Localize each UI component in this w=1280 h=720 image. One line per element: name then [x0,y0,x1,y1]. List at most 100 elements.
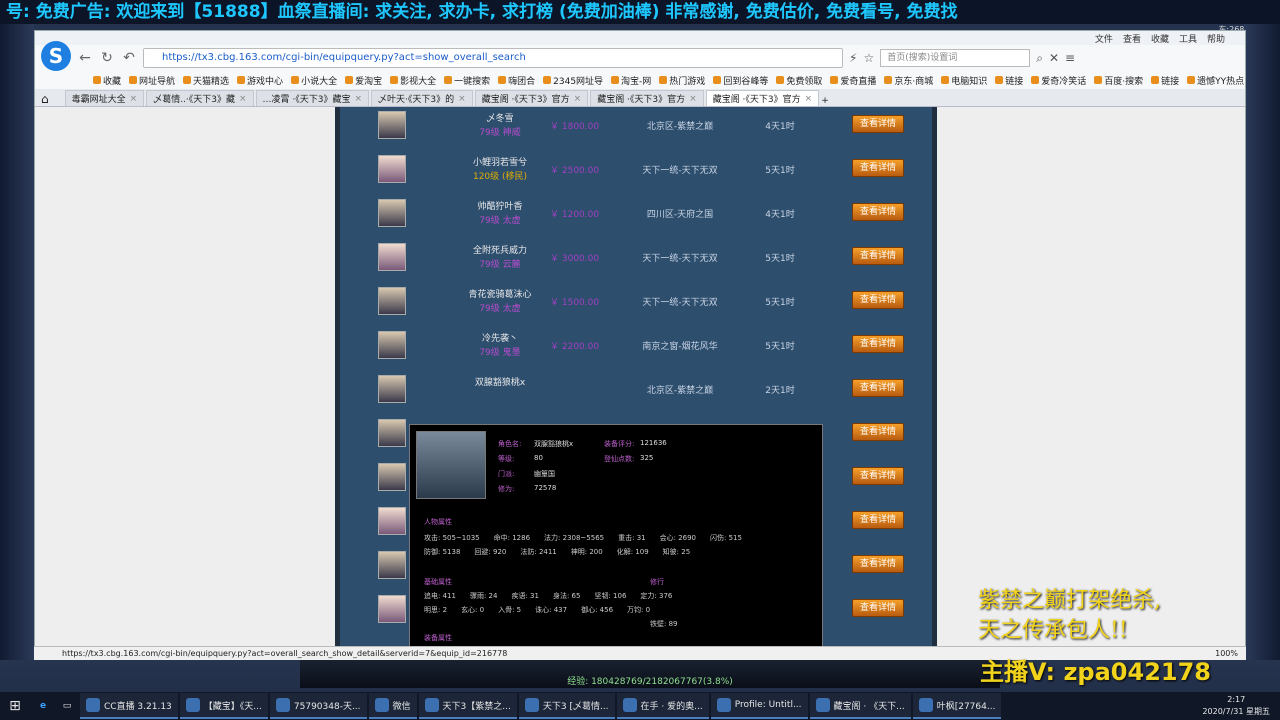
close-tab-icon[interactable]: × [805,94,813,104]
search-icon[interactable]: ⌕ [1036,51,1043,66]
bookmark-item[interactable]: 电脑知识 [941,74,987,87]
close-tab-icon[interactable]: × [355,94,363,104]
view-details-button[interactable]: 查看详情 [852,467,904,485]
taskbar-app[interactable]: 天下3【紫禁之... [418,693,517,719]
close-tab-icon[interactable]: × [689,94,697,104]
character-name[interactable]: 乄冬雪 [430,111,570,124]
bookmark-item[interactable]: 链接 [995,74,1023,87]
browser-tab[interactable]: 藏宝阁 ·《天下3》官方 × [590,90,704,106]
view-details-button[interactable]: 查看详情 [852,555,904,573]
undo-icon[interactable]: ↶ [121,50,137,66]
bookmark-item[interactable]: 游戏中心 [237,74,283,87]
close-tab-icon[interactable]: × [130,94,138,104]
menu-item[interactable]: 工具 [1179,32,1197,45]
browser-tab[interactable]: 藏宝阁 ·《天下3》官方 × [474,90,589,106]
menu-item[interactable]: 查看 [1123,32,1141,45]
view-details-button[interactable]: 查看详情 [852,159,904,177]
bookmark-item[interactable]: 一键搜索 [444,74,490,87]
view-details-button[interactable]: 查看详情 [852,423,904,441]
character-avatar[interactable] [378,111,406,139]
menu-icon[interactable]: ≡ [1065,51,1075,66]
browser-tab[interactable]: 乄葛情..·《天下3》藏 × [146,90,254,106]
character-avatar[interactable] [378,551,406,579]
start-icon[interactable]: ⊞ [0,698,30,714]
bookmark-item[interactable]: 影视大全 [390,74,436,87]
browser-tab[interactable]: …凌霄 ·《天下3》藏宝 × [255,90,370,106]
view-details-button[interactable]: 查看详情 [852,247,904,265]
character-avatar[interactable] [378,375,406,403]
bookmark-item[interactable]: 爱奇冷笑话 [1031,74,1086,87]
address-bar[interactable]: https://tx3.cbg.163.com/cgi-bin/equipque… [143,48,843,68]
taskbar-app[interactable]: 【藏宝】《天... [179,693,268,719]
view-details-button[interactable]: 查看详情 [852,335,904,353]
character-avatar[interactable] [378,243,406,271]
taskbar-app[interactable]: 微信 [368,693,417,719]
menu-item[interactable]: 文件 [1095,32,1113,45]
taskbar-app[interactable]: 在手 · 爱的奥... [616,693,709,719]
close-tab-icon[interactable]: × [574,94,582,104]
taskbar-app[interactable]: 75790348-天... [269,693,367,719]
star-icon[interactable]: ☆ [863,51,874,65]
browser-tab[interactable]: 乄叶天·《天下3》的 × [371,90,473,106]
desktop-icon[interactable]: ▭ [56,701,78,711]
close-tab-icon[interactable]: × [458,94,466,104]
bookmark-item[interactable]: 2345网址导 [543,74,603,87]
taskbar-app[interactable]: Profile: Untitl... [710,693,808,719]
back-icon[interactable]: ← [77,50,93,66]
clock[interactable]: 2:17 2020/7/31 星期五 [1202,694,1270,718]
character-name[interactable]: 冷先袭丶 [430,331,570,344]
character-name[interactable]: 小鲤羽若雪兮 [430,155,570,168]
zoom-level[interactable]: 100% [1215,647,1238,660]
character-avatar[interactable] [378,331,406,359]
view-details-button[interactable]: 查看详情 [852,291,904,309]
taskbar-app[interactable]: 藏宝阁 · 《天下... [809,693,911,719]
character-avatar[interactable] [378,287,406,315]
taskbar-app[interactable]: 叶枫[27764... [912,693,1002,719]
menu-item[interactable]: 收藏 [1151,32,1169,45]
bookmark-item[interactable]: 嗨团合 [498,74,535,87]
new-tab-icon[interactable]: + [821,96,829,106]
bookmark-item[interactable]: 回到谷峰等 [713,74,768,87]
view-details-button[interactable]: 查看详情 [852,115,904,133]
ie-icon[interactable]: e [32,701,54,711]
bookmark-item[interactable]: 链接 [1151,74,1179,87]
view-details-button[interactable]: 查看详情 [852,511,904,529]
character-avatar[interactable] [378,199,406,227]
refresh-icon[interactable]: ↻ [99,50,115,66]
lightning-icon[interactable]: ⚡ [849,51,857,65]
character-name[interactable]: 帅酷狞叶香 [430,199,570,212]
view-details-button[interactable]: 查看详情 [852,203,904,221]
taskbar-app[interactable]: 天下3 [乄葛情... [518,693,615,719]
view-details-button[interactable]: 查看详情 [852,599,904,617]
bookmark-item[interactable]: 京东·商城 [884,74,933,87]
bookmark-item[interactable]: 爱奇直播 [830,74,876,87]
character-name[interactable]: 全附死兵威力 [430,243,570,256]
view-details-button[interactable]: 查看详情 [852,379,904,397]
character-avatar[interactable] [378,595,406,623]
bookmark-item[interactable]: 网址导航 [129,74,175,87]
bookmark-item[interactable]: 遗憾YY热点 [1187,74,1244,87]
taskbar-app[interactable]: CC直播 3.21.13 [80,693,178,719]
bookmark-item[interactable]: 百度·搜索 [1094,74,1143,87]
character-name[interactable]: 双腺豁狼桃ⅹ [430,375,570,388]
bookmark-item[interactable]: 热门游戏 [659,74,705,87]
character-avatar[interactable] [378,507,406,535]
character-avatar[interactable] [378,463,406,491]
browser-tab[interactable]: 藏宝阁 ·《天下3》官方 × [705,90,820,106]
browser-tab[interactable]: 毒霸网址大全 × [64,90,145,106]
browser-logo-icon[interactable]: S [41,41,71,71]
bookmark-item[interactable]: 天猫精选 [183,74,229,87]
search-input[interactable]: 首页(搜索)设置词 [880,49,1031,67]
bookmark-item[interactable]: 淘宝-网 [611,74,651,87]
bookmark-item[interactable]: 小说大全 [291,74,337,87]
bookmark-item[interactable]: 收藏 [93,74,121,87]
bookmark-item[interactable]: 爱淘宝 [345,74,382,87]
close-icon[interactable]: ✕ [1049,51,1059,66]
home-icon[interactable]: ⌂ [41,92,49,106]
character-avatar[interactable] [378,419,406,447]
bookmark-item[interactable]: 免费领取 [776,74,822,87]
character-name[interactable]: 青花瓷骑葛沫心 [430,287,570,300]
character-avatar[interactable] [378,155,406,183]
close-tab-icon[interactable]: × [239,94,247,104]
menu-item[interactable]: 帮助 [1207,32,1225,45]
